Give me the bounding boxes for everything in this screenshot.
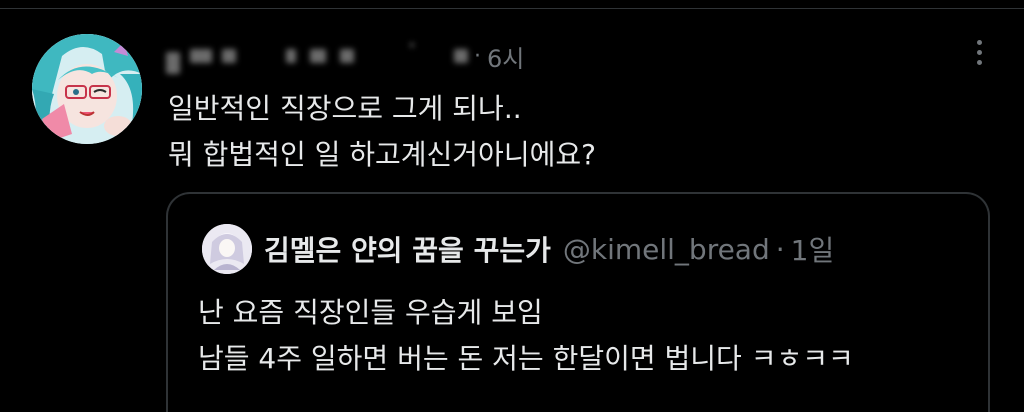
quoted-display-name[interactable]: 김멜은 얀의 꿈을 꾸는가 bbox=[264, 229, 551, 269]
quoted-handle[interactable]: @kimell_bread bbox=[563, 233, 770, 266]
more-horizontal-icon[interactable] bbox=[974, 40, 984, 76]
blurred-handle bbox=[286, 49, 296, 63]
header-separator: · bbox=[474, 43, 481, 69]
tweet-text: 일반적인 직장으로 그게 되나.. 뭐 합법적인 일 하고계신거아니에요? bbox=[168, 86, 596, 178]
tweet-header: · 6시 bbox=[166, 36, 524, 76]
blurred-name bbox=[190, 49, 212, 63]
quoted-header: 김멜은 얀의 꿈을 꾸는가 @kimell_bread · 1일 bbox=[264, 228, 834, 270]
tweet-text-line: 뭐 합법적인 일 하고계신거아니에요? bbox=[168, 138, 596, 171]
avatar-image bbox=[32, 34, 142, 144]
blurred-handle bbox=[410, 43, 414, 47]
quoted-separator: · bbox=[775, 232, 785, 266]
quoted-text-line: 남들 4주 일하면 버는 돈 저는 한달이면 법니다 ㅋㅎㅋㅋ bbox=[198, 342, 854, 375]
quoted-tweet[interactable]: 김멜은 얀의 꿈을 꾸는가 @kimell_bread · 1일 난 요즘 직장… bbox=[166, 192, 990, 412]
blurred-handle bbox=[340, 49, 354, 63]
blurred-name bbox=[166, 52, 180, 74]
tweet[interactable]: · 6시 일반적인 직장으로 그게 되나.. 뭐 합법적인 일 하고계신거아니에… bbox=[0, 0, 1024, 412]
avatar[interactable] bbox=[32, 34, 142, 144]
quoted-avatar-image bbox=[202, 224, 252, 274]
quoted-text: 난 요즘 직장인들 우습게 보임 남들 4주 일하면 버는 돈 저는 한달이면 … bbox=[198, 290, 854, 382]
quoted-avatar[interactable] bbox=[202, 224, 252, 274]
tweet-time[interactable]: 6시 bbox=[487, 39, 524, 74]
blurred-handle bbox=[310, 49, 326, 63]
quoted-text-line: 난 요즘 직장인들 우습게 보임 bbox=[198, 296, 543, 329]
quoted-time[interactable]: 1일 bbox=[791, 229, 835, 269]
blurred-handle bbox=[454, 49, 468, 63]
blurred-name bbox=[222, 49, 236, 63]
tweet-text-line: 일반적인 직장으로 그게 되나.. bbox=[168, 92, 522, 125]
